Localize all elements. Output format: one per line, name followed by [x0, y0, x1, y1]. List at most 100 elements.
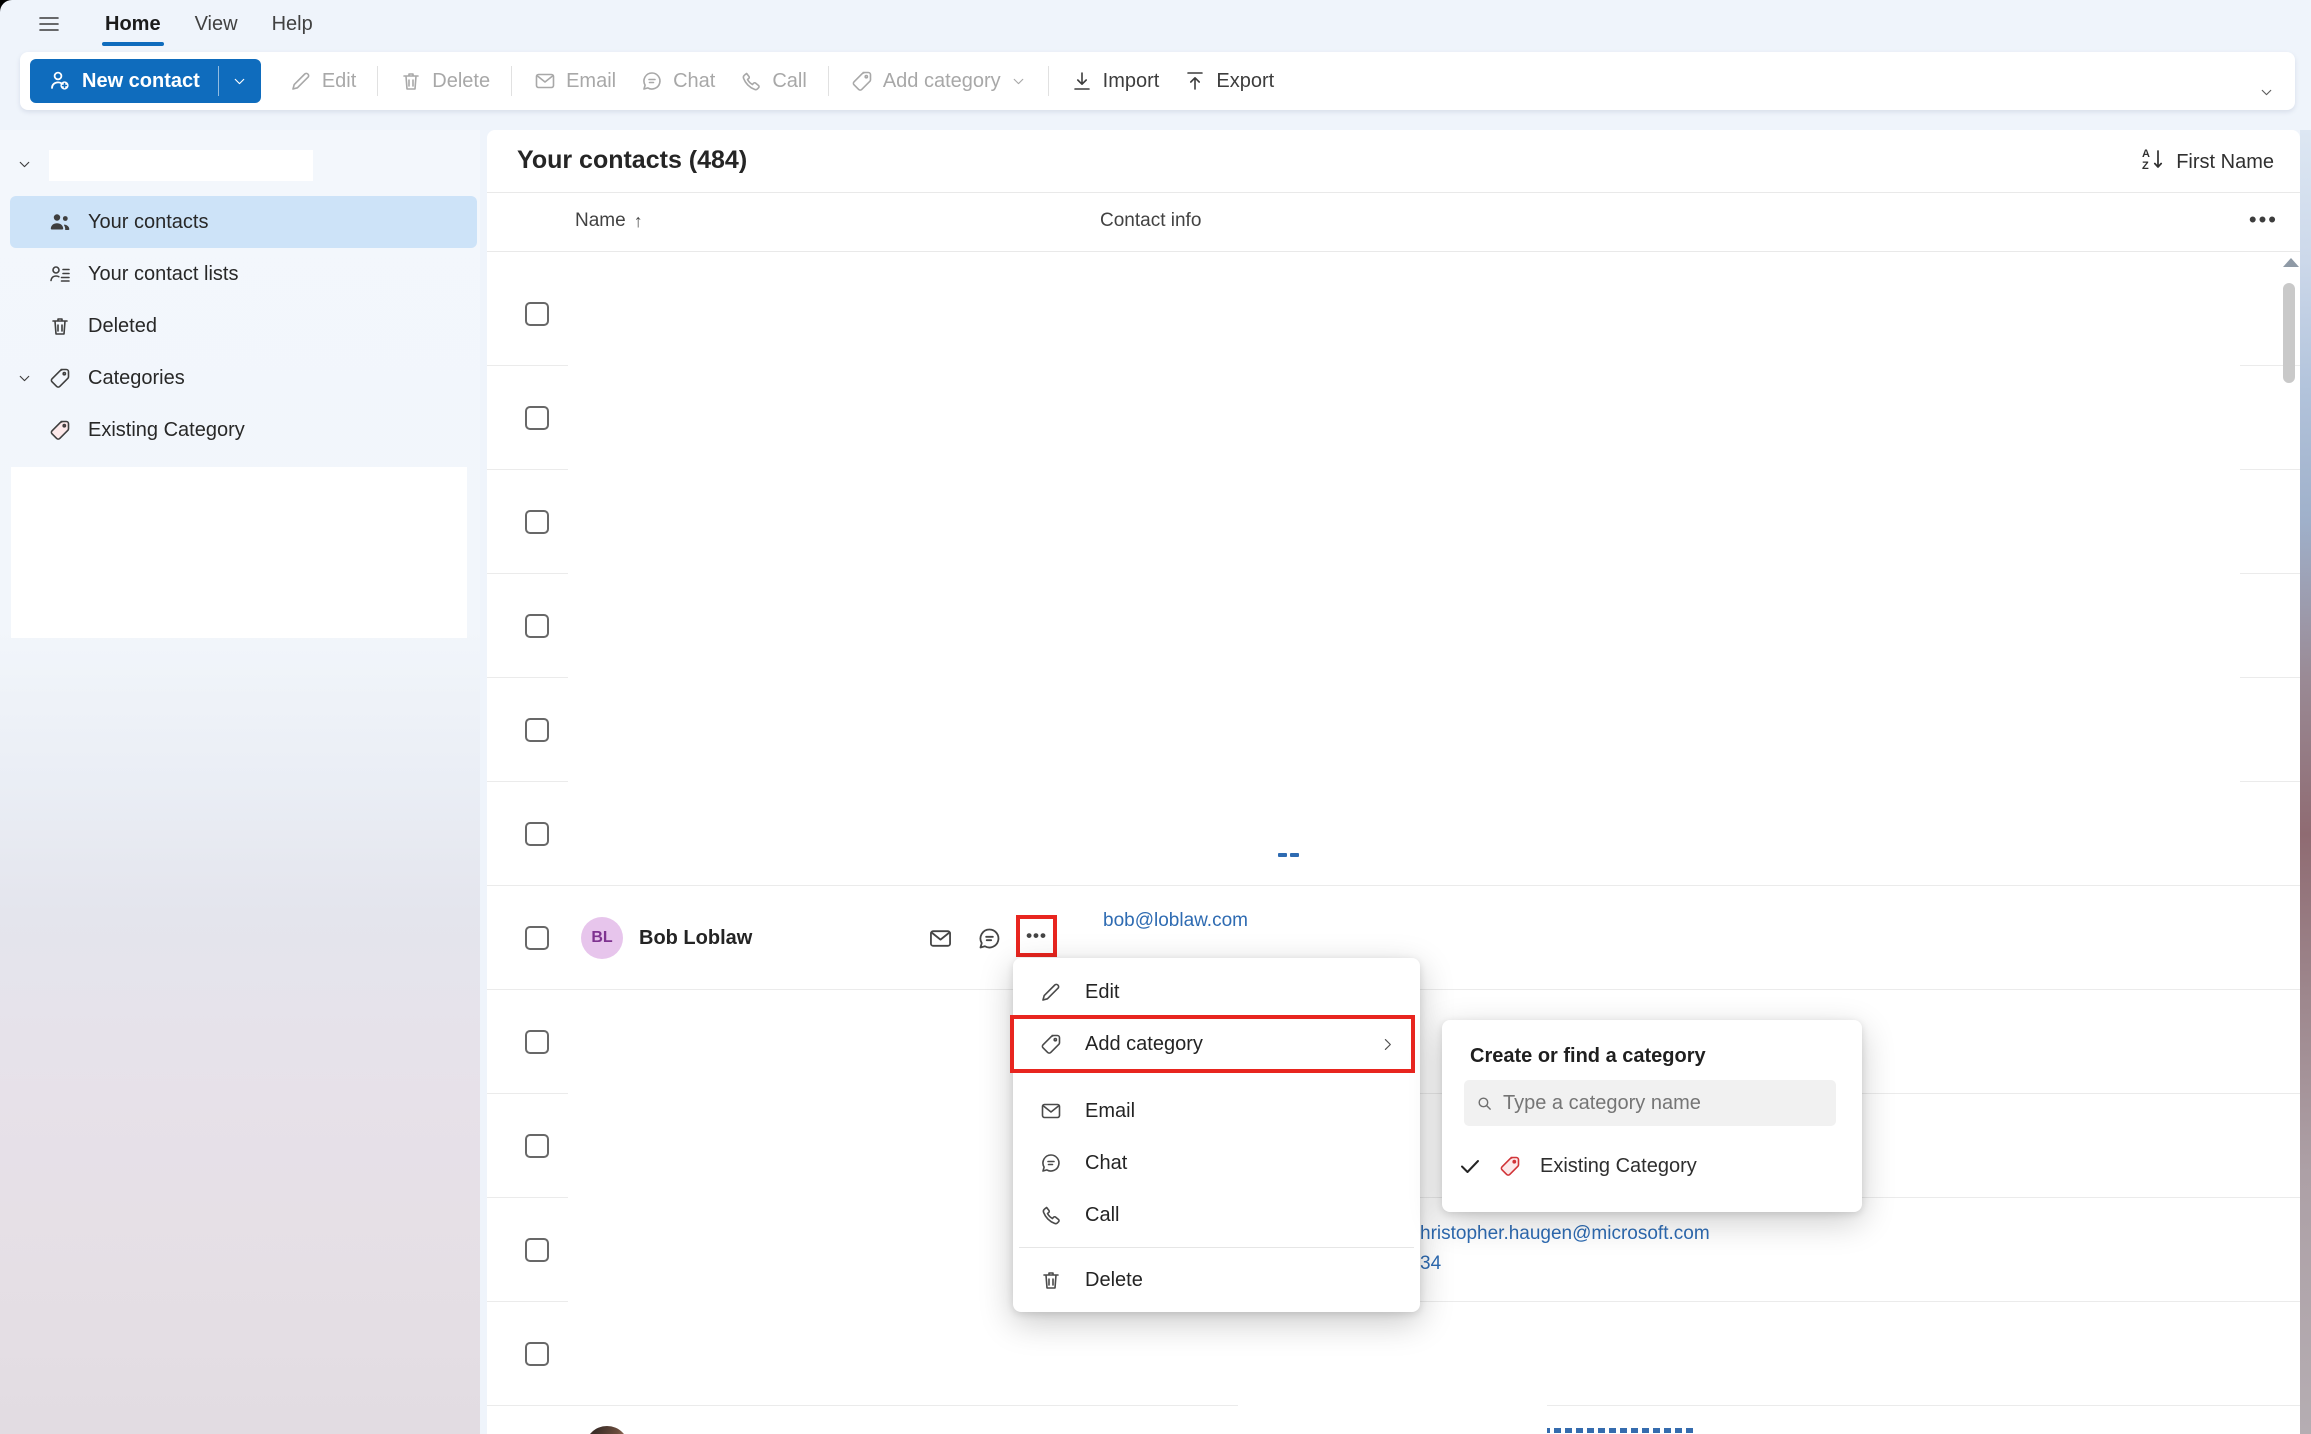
avatar-photo	[585, 1426, 629, 1434]
ribbon-tabs: Home View Help	[88, 0, 330, 48]
email-button[interactable]: Email	[521, 59, 628, 103]
chat-button-label: Chat	[673, 70, 715, 93]
sidebar-item-existing-category[interactable]: Existing Category	[10, 404, 477, 456]
row-email-icon[interactable]	[927, 923, 957, 953]
scrollbar-thumb[interactable]	[2283, 283, 2295, 383]
chat-icon	[640, 69, 664, 93]
row-checkbox[interactable]	[525, 1134, 549, 1158]
tab-home[interactable]: Home	[88, 0, 178, 48]
sidebar-item-your-contact-lists[interactable]: Your contact lists	[10, 248, 477, 300]
svg-text:Z: Z	[2142, 160, 2149, 172]
contacts-app-window: Home View Help New contact	[0, 0, 2311, 1434]
menu-item-label: Delete	[1085, 1269, 1143, 1292]
delete-button-label: Delete	[432, 70, 490, 93]
menu-item-email[interactable]: Email	[1013, 1085, 1420, 1137]
sort-button[interactable]: A Z First Name	[2140, 141, 2274, 183]
toolbar-separator	[511, 66, 512, 96]
toolbar-separator	[377, 66, 378, 96]
contact-name[interactable]: Bob Loblaw	[639, 886, 752, 990]
menu-item-label: Call	[1085, 1204, 1119, 1227]
column-header-name[interactable]: Name ↑	[575, 210, 643, 232]
edit-button[interactable]: Edit	[277, 59, 368, 103]
new-contact-button[interactable]: New contact	[30, 59, 218, 103]
contacts-panel: Your contacts (484) A Z First Name Name …	[487, 130, 2300, 1434]
new-contact-split-button: New contact	[30, 59, 261, 103]
export-button[interactable]: Export	[1171, 59, 1286, 103]
envelope-icon	[1039, 1099, 1063, 1123]
column-options-more-icon[interactable]: •••	[2249, 207, 2278, 233]
menu-bar: Home View Help	[0, 0, 2311, 48]
add-category-button-label: Add category	[883, 70, 1001, 93]
trash-icon	[48, 314, 72, 338]
tab-view[interactable]: View	[178, 0, 255, 48]
redaction-overlay	[568, 990, 1013, 1402]
row-checkbox[interactable]	[525, 614, 549, 638]
row-checkbox[interactable]	[525, 822, 549, 846]
call-button[interactable]: Call	[727, 59, 818, 103]
category-search-input[interactable]	[1503, 1092, 1824, 1115]
search-icon	[1476, 1095, 1493, 1112]
tag-red-icon	[1498, 1154, 1522, 1178]
menu-item-add-category[interactable]: Add category	[1013, 1018, 1420, 1070]
contact-list-icon	[48, 262, 72, 286]
email-button-label: Email	[566, 70, 616, 93]
row-checkbox[interactable]	[525, 926, 549, 950]
row-more-options-icon[interactable]: •••	[1026, 926, 1047, 946]
sidebar-item-your-contacts[interactable]: Your contacts	[10, 196, 477, 248]
partial-email-link[interactable]: hristopher.haugen@microsoft.com	[1420, 1223, 1710, 1245]
desktop-wallpaper-sliver	[2300, 130, 2311, 1434]
tag-icon	[48, 366, 72, 390]
scrollbar-up-arrow-icon[interactable]	[2283, 258, 2299, 267]
hamburger-menu-icon[interactable]	[30, 8, 68, 40]
menu-item-edit[interactable]: Edit	[1013, 966, 1420, 1018]
chevron-down-icon[interactable]	[16, 370, 33, 387]
export-button-label: Export	[1216, 70, 1274, 93]
menu-item-delete[interactable]: Delete	[1013, 1254, 1420, 1306]
toolbar-overflow-chevron-icon[interactable]	[2258, 84, 2275, 101]
text-remnant-mark	[1290, 853, 1299, 857]
import-button[interactable]: Import	[1058, 59, 1172, 103]
sidebar-nav: Your contacts Your contact lists Deleted	[0, 196, 480, 456]
sidebar-item-categories[interactable]: Categories	[10, 352, 477, 404]
category-option-existing-category[interactable]: Existing Category	[1442, 1138, 1862, 1194]
page-title: Your contacts (484)	[517, 146, 747, 175]
tab-view-label: View	[195, 13, 238, 36]
chat-icon	[1039, 1151, 1063, 1175]
row-checkbox[interactable]	[525, 302, 549, 326]
delete-button[interactable]: Delete	[387, 59, 502, 103]
trash-icon	[399, 69, 423, 93]
row-checkbox[interactable]	[525, 406, 549, 430]
new-contact-dropdown-button[interactable]	[219, 59, 261, 103]
trash-icon	[1039, 1268, 1063, 1292]
phone-icon	[1039, 1203, 1063, 1227]
chevron-down-icon[interactable]	[16, 156, 33, 173]
contact-context-menu: Edit Add category Email Chat Call	[1013, 958, 1420, 1312]
row-chat-icon[interactable]	[976, 923, 1006, 953]
envelope-icon	[533, 69, 557, 93]
sidebar-item-deleted[interactable]: Deleted	[10, 300, 477, 352]
category-search-box	[1464, 1080, 1836, 1126]
tab-home-label: Home	[105, 13, 161, 36]
row-checkbox[interactable]	[525, 510, 549, 534]
import-icon	[1070, 69, 1094, 93]
add-category-button[interactable]: Add category	[838, 59, 1039, 103]
row-checkbox[interactable]	[525, 1030, 549, 1054]
sidebar-account-header	[0, 146, 480, 186]
row-checkbox[interactable]	[525, 1342, 549, 1366]
chat-button[interactable]: Chat	[628, 59, 727, 103]
row-checkbox[interactable]	[525, 718, 549, 742]
people-icon	[48, 210, 72, 234]
column-name-label: Name	[575, 210, 626, 232]
menu-item-chat[interactable]: Chat	[1013, 1137, 1420, 1189]
menu-item-call[interactable]: Call	[1013, 1189, 1420, 1241]
column-header-row: Name ↑ Contact info •••	[487, 193, 2300, 252]
row-checkbox[interactable]	[525, 1238, 549, 1262]
svg-text:A: A	[2142, 148, 2150, 160]
pencil-icon	[289, 69, 313, 93]
partial-phone-link[interactable]: 34	[1420, 1253, 1441, 1275]
tab-help[interactable]: Help	[255, 0, 330, 48]
contact-email-link[interactable]: bob@loblaw.com	[1103, 910, 1248, 932]
redaction-overlay	[568, 253, 2240, 853]
sidebar-item-label: Deleted	[88, 315, 157, 338]
chevron-down-icon	[231, 73, 248, 90]
